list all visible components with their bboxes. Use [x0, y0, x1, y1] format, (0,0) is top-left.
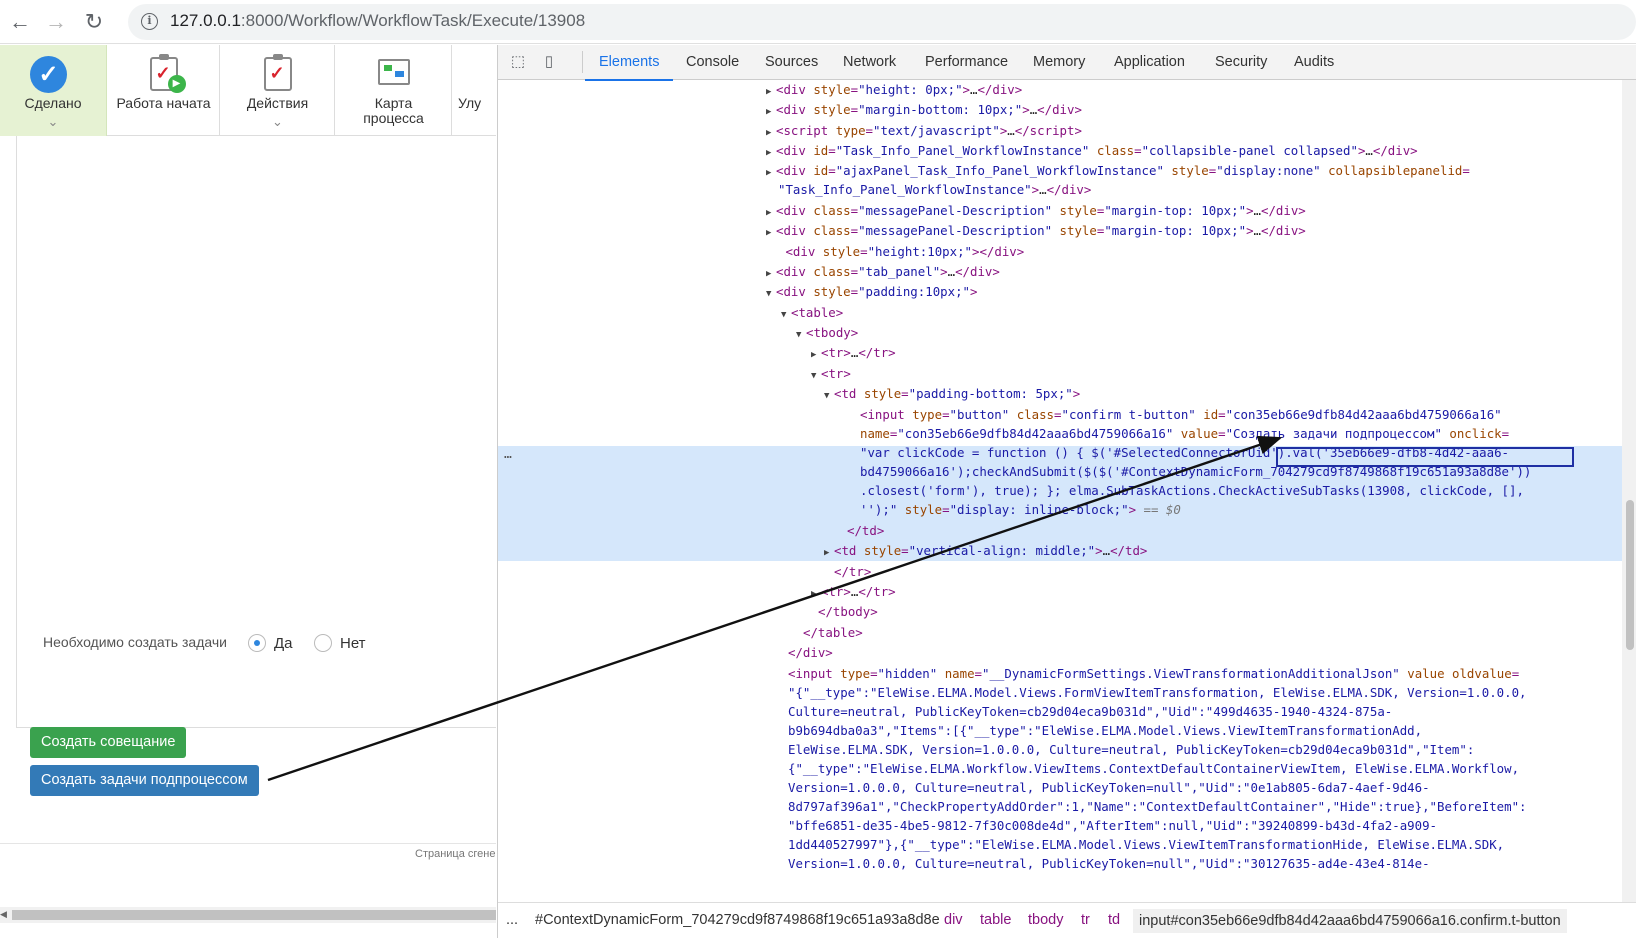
tab-security[interactable]: Security: [1215, 45, 1267, 80]
app-pane: ✓ Сделано ⌄ ✓ ▶ Работа начата ✓ Действия…: [0, 45, 496, 938]
tab-memory[interactable]: Memory: [1033, 45, 1085, 80]
dom-node-line[interactable]: Culture=neutral, PublicKeyToken=cb29d04e…: [788, 702, 1392, 722]
radio-no-label[interactable]: Нет: [340, 635, 366, 652]
breadcrumb-div[interactable]: div: [944, 912, 963, 928]
scrollbar-thumb[interactable]: [12, 910, 496, 920]
task-toolbar: ✓ Сделано ⌄ ✓ ▶ Работа начата ✓ Действия…: [0, 45, 496, 136]
dom-node-line[interactable]: <input type="hidden" name="__DynamicForm…: [788, 664, 1519, 684]
chevron-down-icon: ⌄: [47, 114, 59, 129]
process-map-icon: [377, 59, 410, 85]
done-label: Сделано: [24, 95, 82, 111]
breadcrumb-tbody[interactable]: tbody: [1028, 912, 1063, 928]
dom-node-line[interactable]: "bffe6851-de35-4be5-9812-7f30c008de4d","…: [788, 816, 1437, 836]
browser-toolbar: ← → ↻ i 127.0.0.1:8000/Workflow/Workflow…: [0, 0, 1636, 44]
process-map-label-line1: Карта: [374, 95, 413, 111]
id-highlight-box: [1276, 447, 1574, 467]
dom-node-line[interactable]: </table>: [803, 623, 863, 643]
vertical-scrollbar[interactable]: [1622, 80, 1636, 902]
scrollbar-thumb[interactable]: [1626, 500, 1634, 650]
dom-node-line[interactable]: .closest('form'), true); }; elma.SubTask…: [860, 481, 1524, 501]
dom-node-line[interactable]: <input type="button" class="confirm t-bu…: [860, 405, 1502, 425]
tab-application[interactable]: Application: [1114, 45, 1185, 80]
dom-node-line[interactable]: <div style="height:10px;"></div>: [778, 242, 1024, 262]
more-label: Улу: [458, 95, 482, 111]
forward-icon[interactable]: →: [42, 8, 70, 36]
dom-node-line[interactable]: 8d797af396a1","CheckPropertyAddOrder":1,…: [788, 797, 1527, 817]
tab-console[interactable]: Console: [686, 45, 739, 80]
url-text[interactable]: 127.0.0.1:8000/Workflow/WorkflowTask/Exe…: [170, 11, 585, 31]
dom-node-line[interactable]: '');" style="display: inline-block;"> ==…: [860, 500, 1181, 520]
dom-node-line[interactable]: ▶ <td style="vertical-align: middle;">…</…: [824, 541, 1147, 564]
dom-node-line[interactable]: ▼ <td style="padding-bottom: 5px;">: [824, 384, 1080, 407]
inspect-element-icon[interactable]: ⬚: [509, 53, 527, 71]
device-toggle-icon[interactable]: ▯: [540, 53, 558, 71]
done-button[interactable]: ✓ Сделано ⌄: [0, 45, 107, 136]
dom-node-line[interactable]: ▶ <div class="messagePanel-Description" s…: [766, 221, 1306, 244]
reload-icon[interactable]: ↻: [80, 8, 108, 36]
breadcrumb-form[interactable]: #ContextDynamicForm_704279cd9f8749868f19…: [535, 912, 940, 928]
devtools-tabbar: ⬚ ▯ Elements Console Sources Network Per…: [498, 45, 1636, 81]
create-meeting-button[interactable]: Создать совещание: [30, 727, 187, 758]
dom-node-line[interactable]: "Task_Info_Panel_WorkflowInstance">…</di…: [778, 180, 1091, 200]
actions-button[interactable]: ✓ Действия ⌄: [221, 45, 335, 136]
dom-node-line[interactable]: name="con35eb66e9dfb84d42aaa6bd4759066a1…: [860, 424, 1509, 444]
dom-node-line[interactable]: Version=1.0.0.0, Culture=neutral, Public…: [788, 778, 1430, 798]
tab-elements[interactable]: Elements: [584, 45, 675, 81]
footer-divider: [0, 843, 496, 844]
process-map-label: Карта процесса: [336, 96, 451, 126]
chevron-down-icon: ⌄: [272, 114, 283, 129]
breadcrumb-ellipsis[interactable]: ...: [506, 912, 518, 928]
tab-sources[interactable]: Sources: [765, 45, 818, 80]
dom-node-line[interactable]: Version=1.0.0.0, Culture=neutral, Public…: [788, 854, 1430, 874]
dom-node-line[interactable]: </tbody>: [818, 602, 878, 622]
scroll-left-icon[interactable]: ◀: [0, 909, 7, 920]
dom-node-line[interactable]: ▼ <div style="padding:10px;">: [766, 282, 977, 305]
breadcrumb-table[interactable]: table: [980, 912, 1011, 928]
checkmark-circle-icon: ✓: [30, 56, 67, 93]
dom-node-line[interactable]: {"__type":"EleWise.ELMA.Workflow.ViewIte…: [788, 759, 1519, 779]
dom-breadcrumbs: ... #ContextDynamicForm_704279cd9f874986…: [498, 902, 1636, 938]
dom-node-line[interactable]: "{"__type":"EleWise.ELMA.Model.Views.For…: [788, 683, 1527, 703]
actions-label: Действия: [246, 95, 309, 111]
info-icon[interactable]: i: [141, 13, 158, 30]
radio-yes[interactable]: [248, 634, 266, 652]
more-button[interactable]: Улу: [453, 45, 496, 136]
breadcrumb-input[interactable]: input#con35eb66e9dfb84d42aaa6bd4759066a1…: [1133, 909, 1567, 933]
process-map-label-line2: процесса: [363, 110, 424, 126]
dom-node-line[interactable]: b9b694dba0a3","Items":[{"__type":"EleWis…: [788, 721, 1422, 741]
dom-node-line[interactable]: EleWise.ELMA.SDK, Version=1.0.0.0, Cultu…: [788, 740, 1474, 760]
node-actions-ellipsis[interactable]: …: [504, 445, 512, 465]
work-started-label: Работа начата: [116, 95, 211, 111]
radio-yes-label[interactable]: Да: [274, 635, 293, 652]
dom-node-line[interactable]: ▶ <tr>…</tr>: [811, 343, 896, 366]
question-label: Необходимо создать задачи: [43, 634, 227, 650]
breadcrumb-td[interactable]: td: [1108, 912, 1120, 928]
back-icon[interactable]: ←: [6, 8, 34, 36]
toolbar-divider: [582, 51, 583, 73]
dom-tree[interactable]: … ▶ <div style="height: 0px;">…</div> ▶ <di…: [498, 80, 1622, 902]
tab-network[interactable]: Network: [843, 45, 896, 80]
clipboard-check-icon: ✓: [263, 54, 292, 91]
breadcrumb-tr[interactable]: tr: [1081, 912, 1090, 928]
play-icon: ▶: [167, 75, 186, 93]
create-subtasks-button[interactable]: Создать задачи подпроцессом: [30, 765, 259, 796]
radio-no[interactable]: [314, 634, 332, 652]
page-generated-text: Страница сгене: [415, 848, 496, 860]
dom-node-line[interactable]: </div>: [788, 643, 833, 663]
url-host: 127.0.0.1: [170, 11, 241, 30]
dom-node-line[interactable]: </tr>: [834, 562, 871, 582]
tab-audits[interactable]: Audits: [1294, 45, 1334, 80]
url-path: :8000/Workflow/WorkflowTask/Execute/1390…: [240, 11, 586, 30]
process-map-button[interactable]: Карта процесса: [336, 45, 452, 136]
dom-node-line[interactable]: </td>: [847, 521, 884, 541]
work-started-button[interactable]: ✓ ▶ Работа начата: [108, 45, 220, 136]
horizontal-scrollbar[interactable]: ◀: [0, 907, 496, 923]
tab-performance[interactable]: Performance: [925, 45, 1008, 80]
dom-node-line[interactable]: 1dd440527997"},{"__type":"EleWise.ELMA.M…: [788, 835, 1504, 855]
devtools-panel: ⬚ ▯ Elements Console Sources Network Per…: [497, 45, 1636, 938]
dom-node-line[interactable]: ▶ <div style="margin-bottom: 10px;">…</di…: [766, 100, 1082, 123]
